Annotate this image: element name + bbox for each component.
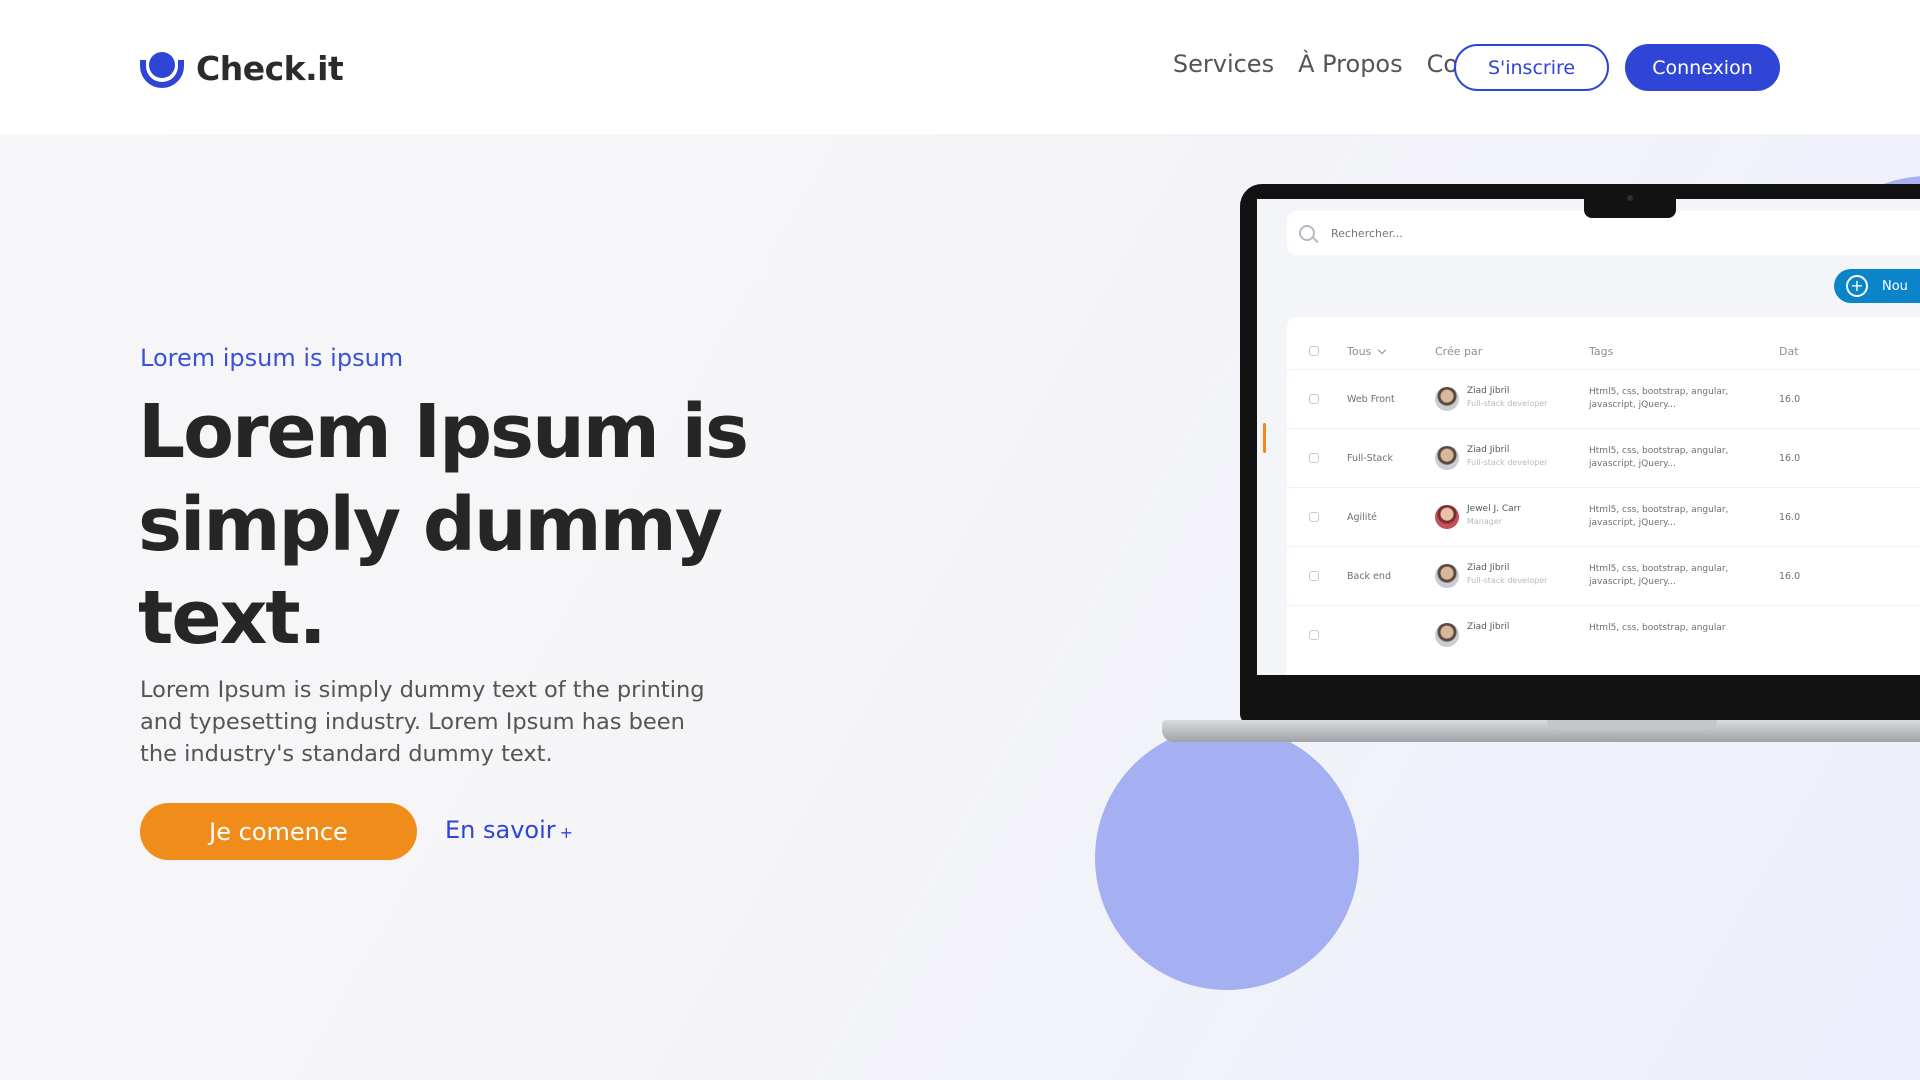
table-row: Ziad Jibril Html5, css, bootstrap, angul… <box>1287 605 1920 664</box>
row-checkbox <box>1309 571 1319 581</box>
brand-name: Check.it <box>196 48 344 88</box>
row-tags: Html5, css, bootstrap, angular, javascri… <box>1589 564 1729 587</box>
mockup-search-input <box>1331 226 1731 240</box>
learn-more-label: En savoir <box>445 816 556 844</box>
row-author-name: Jewel J. Carr <box>1467 504 1521 514</box>
get-started-button[interactable]: Je comence <box>140 803 417 860</box>
nav-link-about[interactable]: À Propos <box>1298 50 1403 78</box>
row-checkbox <box>1309 453 1319 463</box>
row-author-role: Full-stack developer <box>1467 458 1548 467</box>
row-tags: Html5, css, bootstrap, angular, javascri… <box>1589 446 1729 469</box>
plus-icon: + <box>559 823 574 842</box>
column-header-all: Tous <box>1347 345 1387 358</box>
table-row: Full-Stack Ziad Jibril Full-stack develop… <box>1287 428 1920 487</box>
mockup-new-label: Nou <box>1882 278 1908 294</box>
laptop-mockup: + Nou Tous Crée par Tags Dat Web Front Z… <box>1240 184 1920 724</box>
row-category: Back end <box>1347 571 1391 582</box>
row-date: 16.0 <box>1779 512 1801 523</box>
row-date: 16.0 <box>1779 453 1801 464</box>
row-category: Web Front <box>1347 394 1395 405</box>
mockup-new-button: + Nou <box>1834 269 1920 303</box>
avatar <box>1435 446 1459 470</box>
table-row: Back end Ziad Jibril Full-stack developer… <box>1287 546 1920 605</box>
decorative-circle <box>1095 726 1359 990</box>
row-category: Full-Stack <box>1347 453 1393 464</box>
column-header-tags: Tags <box>1589 344 1614 358</box>
row-category: Agilité <box>1347 512 1378 523</box>
laptop-base-groove <box>1547 720 1717 730</box>
mockup-table: Tous Crée par Tags Dat Web Front Ziad Ji… <box>1287 317 1920 675</box>
search-icon <box>1299 225 1315 241</box>
row-author-role: Full-stack developer <box>1467 399 1548 408</box>
table-row: Agilité Jewel J. Carr Manager Html5, css,… <box>1287 487 1920 546</box>
avatar <box>1435 387 1459 411</box>
row-author-role: Manager <box>1467 517 1503 526</box>
hero-title: Lorem Ipsum is simply dummy text. <box>138 389 749 661</box>
laptop-screen: + Nou Tous Crée par Tags Dat Web Front Z… <box>1257 199 1920 675</box>
row-tags: Html5, css, bootstrap, angular, javascri… <box>1589 505 1729 528</box>
row-author-role: Full-stack developer <box>1467 576 1548 585</box>
laptop-notch <box>1584 184 1676 218</box>
row-date: 16.0 <box>1779 571 1801 582</box>
brand-logo[interactable]: Check.it <box>140 48 344 88</box>
learn-more-link[interactable]: En savoir + <box>445 816 573 844</box>
signup-button[interactable]: S'inscrire <box>1454 44 1609 91</box>
row-checkbox <box>1309 630 1319 640</box>
select-all-checkbox <box>1309 346 1319 356</box>
mockup-table-header: Tous Crée par Tags Dat <box>1287 333 1920 369</box>
row-checkbox <box>1309 394 1319 404</box>
mockup-side-accent <box>1263 423 1266 453</box>
table-row: Web Front Ziad Jibril Full-stack develope… <box>1287 369 1920 428</box>
row-author-name: Ziad Jibril <box>1467 622 1510 632</box>
row-tags: Html5, css, bootstrap, angular <box>1589 623 1726 633</box>
row-author-name: Ziad Jibril <box>1467 445 1510 455</box>
top-navbar: Check.it Services À Propos Contact S'ins… <box>0 0 1920 134</box>
column-header-created-by: Crée par <box>1435 344 1483 358</box>
chevron-down-icon <box>1378 345 1387 354</box>
row-tags: Html5, css, bootstrap, angular, javascri… <box>1589 387 1729 410</box>
row-date: 16.0 <box>1779 394 1801 405</box>
laptop-base <box>1162 720 1920 742</box>
avatar <box>1435 505 1459 529</box>
avatar <box>1435 623 1459 647</box>
hero-eyebrow: Lorem ipsum is ipsum <box>140 344 404 372</box>
logo-icon <box>140 48 184 88</box>
login-button[interactable]: Connexion <box>1625 44 1780 91</box>
hero-description: Lorem Ipsum is simply dummy text of the … <box>140 677 705 767</box>
row-author-name: Ziad Jibril <box>1467 563 1510 573</box>
avatar <box>1435 564 1459 588</box>
row-checkbox <box>1309 512 1319 522</box>
row-author-name: Ziad Jibril <box>1467 386 1510 396</box>
nav-link-services[interactable]: Services <box>1173 50 1274 78</box>
column-header-date: Dat <box>1779 344 1799 358</box>
plus-circle-icon: + <box>1846 275 1868 297</box>
